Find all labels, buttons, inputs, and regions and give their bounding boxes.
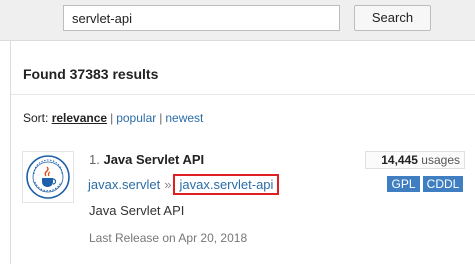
sort-option-popular[interactable]: popular bbox=[116, 111, 156, 125]
result-coordinates: javax.servlet» javax.servlet-api bbox=[88, 174, 280, 195]
sort-label: Sort: bbox=[23, 111, 49, 125]
search-input[interactable] bbox=[63, 5, 340, 31]
artifact-id-link[interactable]: javax.servlet-api bbox=[173, 174, 280, 195]
result-title-link[interactable]: Java Servlet API bbox=[103, 152, 204, 167]
last-release-text: Last Release on Apr 20, 2018 bbox=[89, 231, 248, 245]
group-id-link[interactable]: javax.servlet bbox=[88, 177, 160, 192]
search-button[interactable]: Search bbox=[354, 5, 431, 31]
section-divider bbox=[11, 94, 475, 95]
sort-option-newest[interactable]: newest bbox=[165, 111, 203, 125]
result-number: 1. bbox=[89, 152, 100, 167]
left-divider bbox=[10, 41, 11, 264]
license-badge-gpl[interactable]: GPL bbox=[387, 176, 420, 192]
sort-separator: | bbox=[110, 111, 114, 125]
java-community-process-logo-icon[interactable] bbox=[22, 151, 74, 203]
result-title: 1. Java Servlet API bbox=[89, 152, 204, 167]
result-description: Java Servlet API bbox=[89, 203, 185, 218]
usages-badge[interactable]: 14,445 usages bbox=[365, 151, 465, 169]
usages-label: usages bbox=[421, 153, 460, 167]
usages-count: 14,445 bbox=[381, 153, 418, 167]
top-search-bar: Search bbox=[0, 0, 475, 41]
sort-option-relevance[interactable]: relevance bbox=[52, 111, 107, 125]
sort-bar: Sort: relevance | popular | newest bbox=[23, 111, 203, 125]
license-badge-cddl[interactable]: CDDL bbox=[423, 176, 463, 192]
sort-separator: | bbox=[159, 111, 163, 125]
results-count-heading: Found 37383 results bbox=[23, 66, 159, 82]
